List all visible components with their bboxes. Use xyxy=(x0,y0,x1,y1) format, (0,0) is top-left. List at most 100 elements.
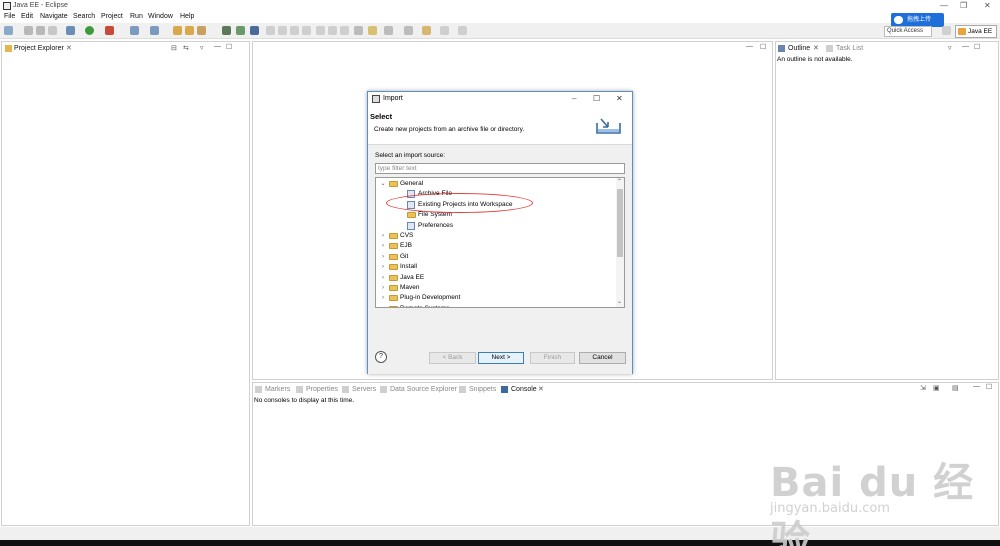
scroll-up-icon[interactable]: ⌃ xyxy=(617,178,622,185)
print-icon[interactable] xyxy=(48,26,57,35)
maximize-view-icon[interactable]: ☐ xyxy=(974,43,980,51)
dialog-close-button[interactable]: ✕ xyxy=(616,94,623,103)
tab-outline[interactable]: Outline xyxy=(788,45,810,52)
menu-file[interactable]: File xyxy=(4,13,15,20)
tab-properties[interactable]: Properties xyxy=(306,386,338,393)
stop-icon[interactable] xyxy=(290,26,299,35)
search-icon[interactable] xyxy=(197,26,206,35)
debug-icon[interactable] xyxy=(66,26,75,35)
run-icon[interactable] xyxy=(85,26,94,35)
tab-snippets[interactable]: Snippets xyxy=(469,386,496,393)
chevron-right-icon[interactable]: › xyxy=(379,241,387,251)
step-return-icon[interactable] xyxy=(340,26,349,35)
step-icon[interactable] xyxy=(266,26,275,35)
menu-window[interactable]: Window xyxy=(148,13,173,20)
open-perspective-icon[interactable] xyxy=(942,26,951,35)
chevron-right-icon[interactable]: › xyxy=(379,273,387,283)
perspective-java-ee[interactable]: Java EE xyxy=(955,25,997,38)
finish-button[interactable]: Finish xyxy=(530,352,575,364)
save-icon[interactable] xyxy=(24,26,33,35)
link-editor-icon[interactable]: ⇆ xyxy=(183,44,189,52)
close-tab-icon[interactable]: ✕ xyxy=(538,385,544,393)
step-into-icon[interactable] xyxy=(316,26,325,35)
tree-item[interactable]: › Install xyxy=(376,262,616,272)
disconnect-icon[interactable] xyxy=(302,26,311,35)
chevron-down-icon[interactable]: ⌄ xyxy=(379,179,387,189)
web-browser-icon[interactable] xyxy=(222,26,231,35)
chevron-right-icon[interactable]: › xyxy=(379,252,387,262)
back-button[interactable]: < Back xyxy=(429,352,476,364)
back-icon[interactable] xyxy=(422,26,431,35)
close-tab-icon[interactable]: ✕ xyxy=(813,44,819,52)
close-button[interactable]: ✕ xyxy=(984,1,991,11)
menu-search[interactable]: Search xyxy=(73,13,95,20)
link-icon[interactable] xyxy=(250,26,259,35)
tree-item[interactable]: › Java EE xyxy=(376,273,616,283)
pin-console-icon[interactable]: ⇲ xyxy=(920,384,926,392)
tree-item[interactable]: Preferences xyxy=(376,221,616,231)
dialog-maximize-button[interactable]: ☐ xyxy=(593,94,600,103)
chevron-right-icon[interactable]: › xyxy=(379,304,387,307)
tab-project-explorer[interactable]: Project Explorer xyxy=(14,45,64,52)
menu-navigate[interactable]: Navigate xyxy=(40,13,68,20)
pin-icon[interactable] xyxy=(458,26,467,35)
minimize-view-icon[interactable]: — xyxy=(962,43,969,50)
tree-item[interactable]: ⌄ General xyxy=(376,179,616,189)
tree-item[interactable]: › EJB xyxy=(376,241,616,251)
baidu-upload-button[interactable]: 拖拽上传 xyxy=(891,13,944,27)
menu-help[interactable]: Help xyxy=(180,13,194,20)
chevron-right-icon[interactable]: › xyxy=(379,231,387,241)
minimize-view-icon[interactable]: — xyxy=(973,383,980,390)
refresh-icon[interactable] xyxy=(236,26,245,35)
view-menu-icon[interactable]: ▿ xyxy=(948,44,952,52)
quick-access-input[interactable]: Quick Access xyxy=(884,26,932,37)
minimize-view-icon[interactable]: — xyxy=(214,43,221,50)
tab-servers[interactable]: Servers xyxy=(352,386,376,393)
cancel-button[interactable]: Cancel xyxy=(579,352,626,364)
maximize-view-icon[interactable]: ☐ xyxy=(226,43,232,51)
close-tab-icon[interactable]: ✕ xyxy=(66,44,72,52)
editor-maximize-icon[interactable]: ☐ xyxy=(760,43,766,51)
prev-annotation-icon[interactable] xyxy=(404,26,413,35)
tree-item[interactable]: › Maven xyxy=(376,283,616,293)
tab-task-list[interactable]: Task List xyxy=(836,45,863,52)
menu-project[interactable]: Project xyxy=(101,13,123,20)
tree-item[interactable]: › Git xyxy=(376,252,616,262)
tree-item[interactable]: › Plug-in Development xyxy=(376,293,616,303)
dialog-minimize-button[interactable]: – xyxy=(572,94,576,103)
chevron-right-icon[interactable]: › xyxy=(379,293,387,303)
scroll-down-icon[interactable]: ⌄ xyxy=(617,298,622,305)
chevron-right-icon[interactable]: › xyxy=(379,283,387,293)
collapse-all-icon[interactable]: ⊟ xyxy=(171,44,177,52)
maximize-view-icon[interactable]: ☐ xyxy=(986,383,992,391)
external-tools-icon[interactable] xyxy=(105,26,114,35)
restore-button[interactable]: ❐ xyxy=(960,1,967,11)
tree-scrollbar-thumb[interactable] xyxy=(617,189,623,257)
new-web-icon[interactable] xyxy=(150,26,159,35)
view-menu-icon[interactable]: ▿ xyxy=(200,44,204,52)
toggle-icon[interactable] xyxy=(368,26,377,35)
tab-data-source-explorer[interactable]: Data Source Explorer xyxy=(390,386,457,393)
new-icon[interactable] xyxy=(4,26,13,35)
menu-edit[interactable]: Edit xyxy=(21,13,33,20)
chevron-right-icon[interactable]: › xyxy=(379,262,387,272)
open-type-icon[interactable] xyxy=(173,26,182,35)
forward-icon[interactable] xyxy=(440,26,449,35)
open-console-icon[interactable]: ▤ xyxy=(952,384,959,392)
tree-item[interactable]: File System xyxy=(376,210,616,220)
minimize-button[interactable]: — xyxy=(940,1,948,11)
tree-item[interactable]: › Remote Systems xyxy=(376,304,616,307)
annotation-icon[interactable] xyxy=(354,26,363,35)
menu-run[interactable]: Run xyxy=(130,13,143,20)
next-annotation-icon[interactable] xyxy=(384,26,393,35)
save-all-icon[interactable] xyxy=(36,26,45,35)
tree-item[interactable]: › CVS xyxy=(376,231,616,241)
display-console-icon[interactable]: ▣ xyxy=(933,384,940,392)
filter-input[interactable]: type filter text xyxy=(375,163,625,174)
step-over-icon[interactable] xyxy=(328,26,337,35)
help-button[interactable]: ? xyxy=(375,351,387,363)
editor-minimize-icon[interactable]: — xyxy=(746,43,753,50)
open-task-icon[interactable] xyxy=(185,26,194,35)
next-button[interactable]: Next > xyxy=(478,352,524,364)
tab-console[interactable]: Console xyxy=(511,386,537,393)
